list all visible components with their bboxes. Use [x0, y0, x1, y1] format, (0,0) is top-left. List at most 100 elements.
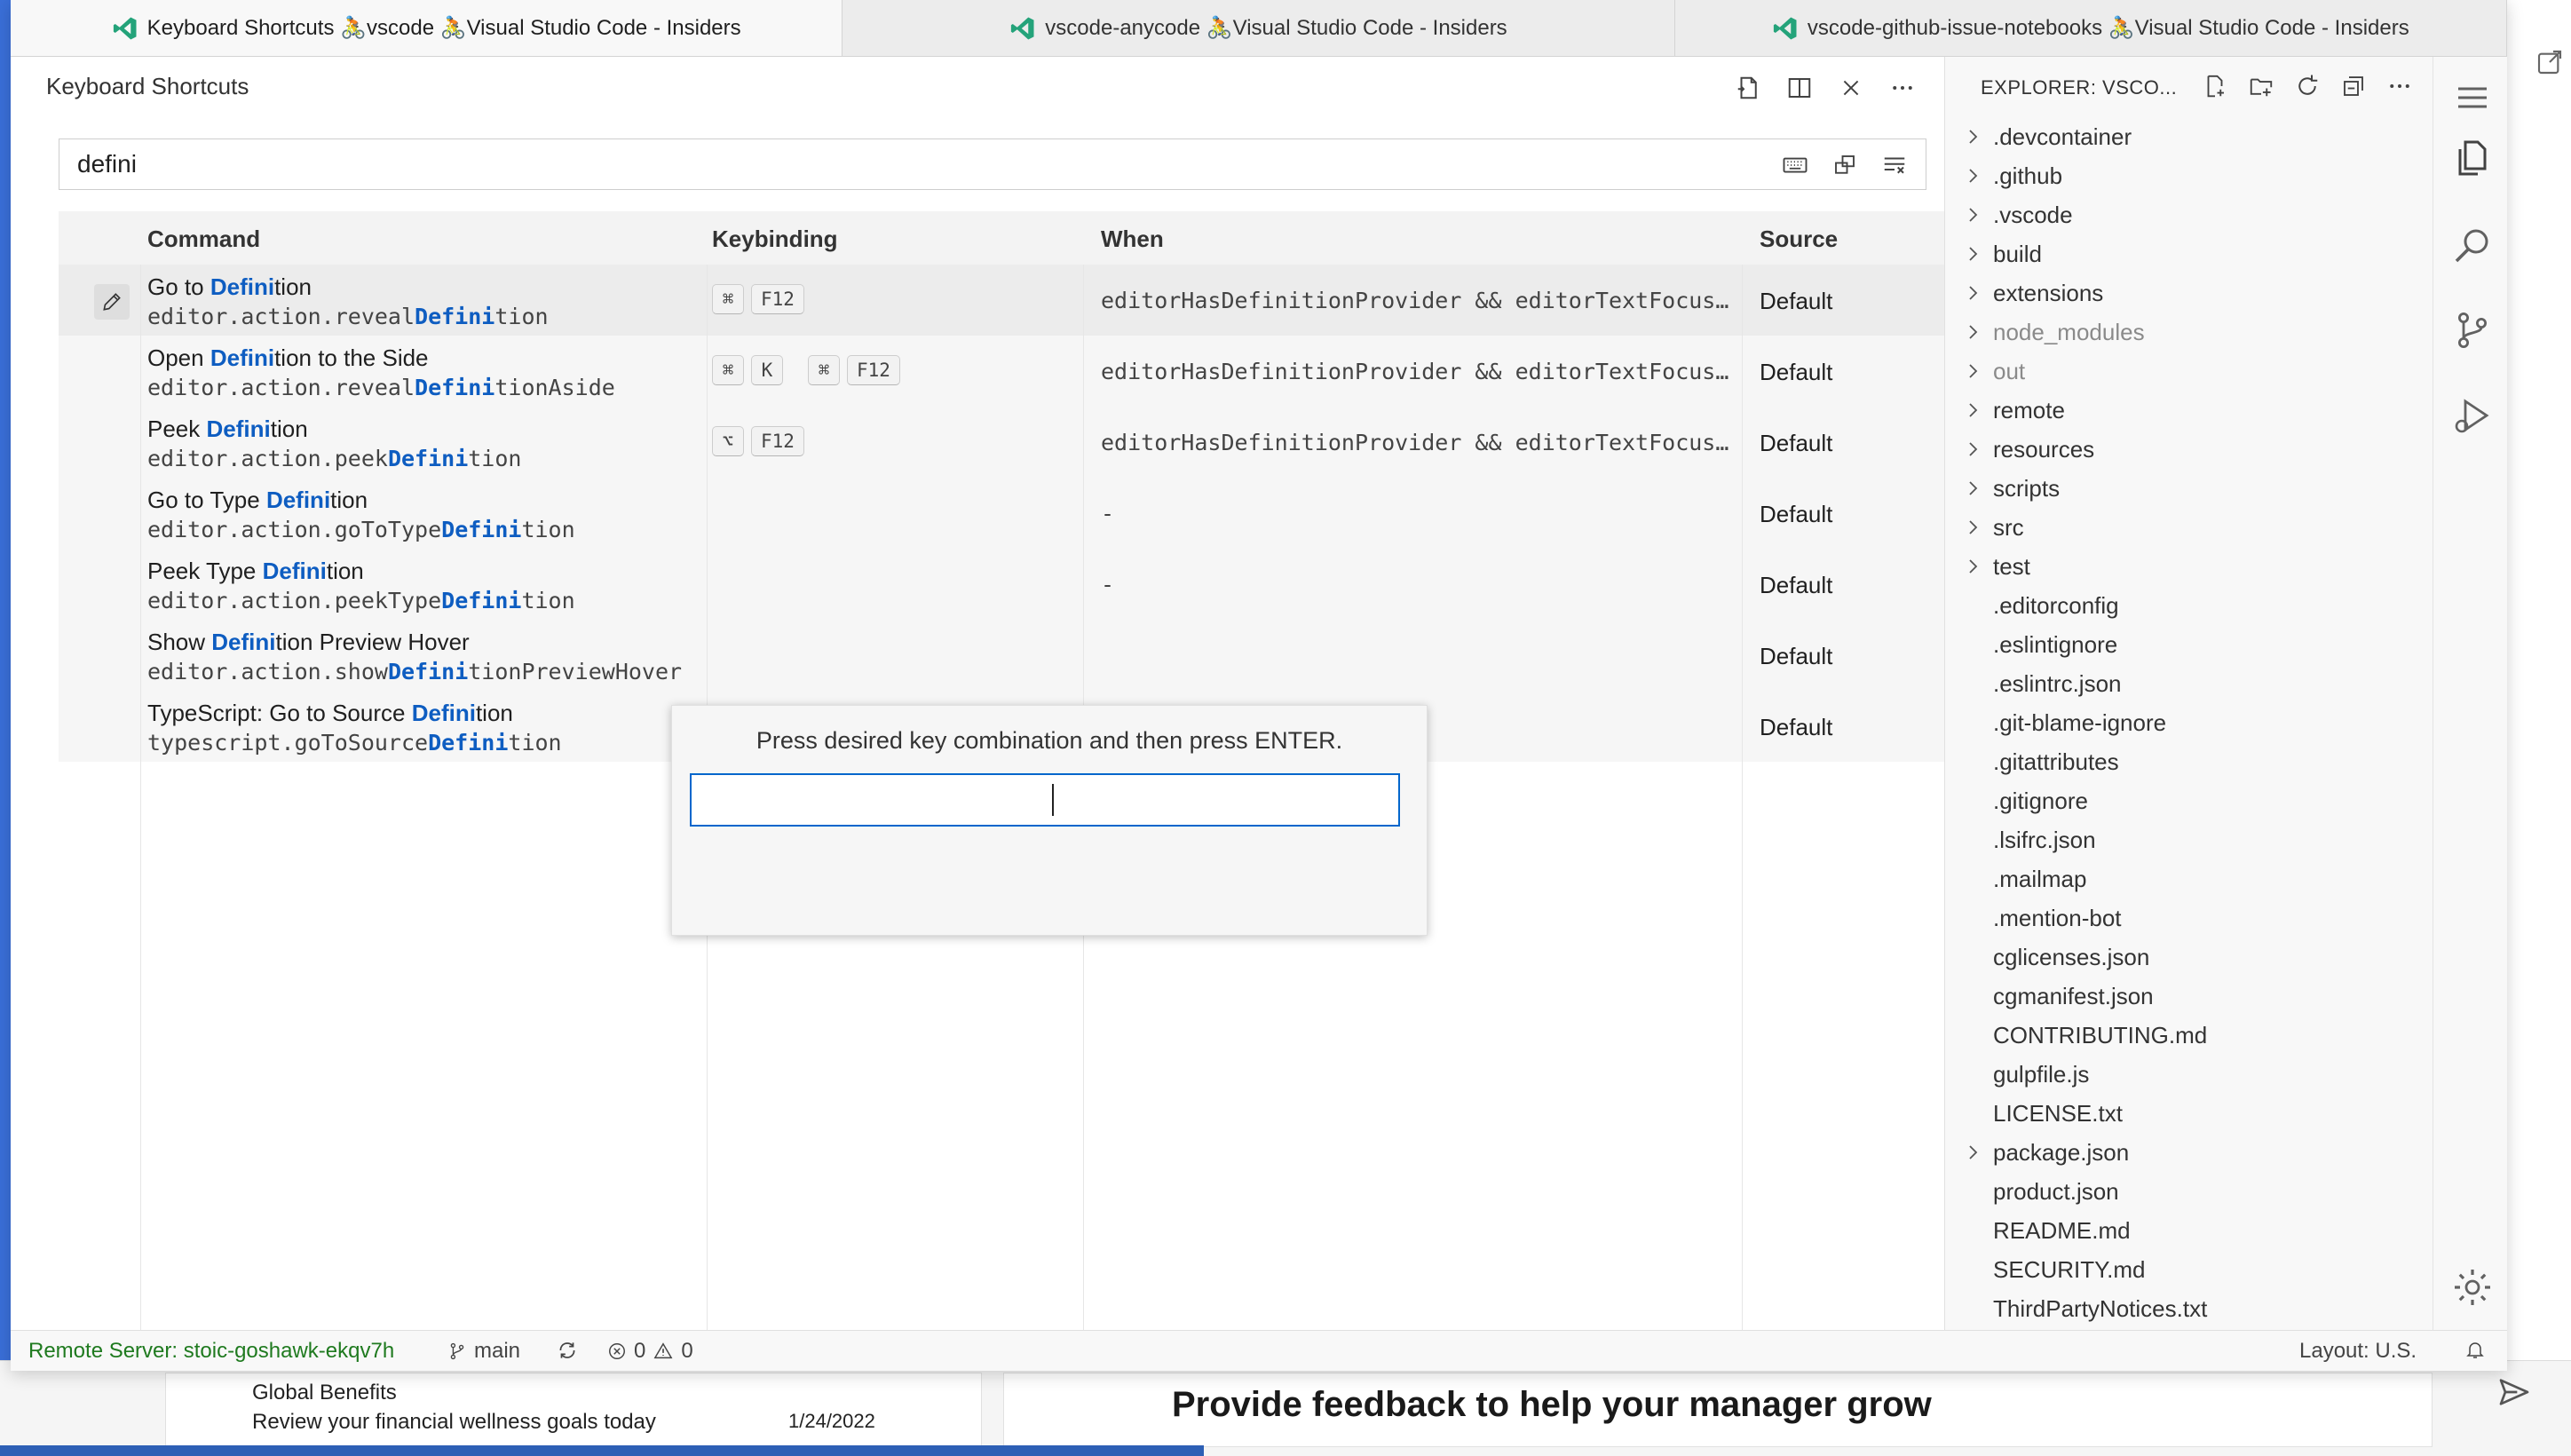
popout-icon[interactable] — [2535, 48, 2564, 83]
close-icon[interactable] — [1836, 73, 1866, 103]
clear-search-icon[interactable] — [1879, 150, 1910, 180]
source-value: Default — [1760, 714, 1833, 740]
tree-item-label: gulpfile.js — [1993, 1060, 2090, 1088]
record-keys-icon[interactable] — [1780, 150, 1810, 180]
new-file-icon[interactable] — [2200, 71, 2230, 101]
problems-indicator[interactable]: 0 0 — [607, 1339, 693, 1364]
run-and-debug-icon[interactable] — [2451, 394, 2494, 437]
background-taskbar-strip — [0, 1445, 1204, 1456]
tree-file-item[interactable]: product.json — [1945, 1172, 2433, 1211]
tree-file-item[interactable]: .lsifrc.json — [1945, 820, 2433, 859]
feedback-prompt: Provide feedback to help your manager gr… — [1172, 1385, 1932, 1424]
tree-folder-item[interactable]: remote — [1945, 391, 2433, 430]
more-actions-icon[interactable] — [1887, 73, 1918, 103]
warning-count: 0 — [681, 1339, 693, 1363]
tree-item-label: resources — [1993, 435, 2095, 463]
keyboard-layout-indicator[interactable]: Layout: U.S. — [2299, 1339, 2417, 1364]
tree-folder-item[interactable]: scripts — [1945, 469, 2433, 508]
tree-file-item[interactable]: cglicenses.json — [1945, 938, 2433, 977]
table-row[interactable]: Peek Type Definition editor.action.peekTy… — [59, 549, 1944, 620]
tree-file-item[interactable]: SECURITY.md — [1945, 1250, 2433, 1289]
open-json-icon[interactable] — [1733, 73, 1763, 103]
tree-file-item[interactable]: .eslintrc.json — [1945, 664, 2433, 703]
table-row[interactable]: Go to Definition editor.action.revealDefi… — [59, 265, 1944, 336]
window-tab-github-issue-notebooks[interactable]: vscode-github-issue-notebooks 🚴Visual St… — [1675, 0, 2507, 56]
source-control-icon[interactable] — [2451, 309, 2494, 352]
tree-file-item[interactable]: LICENSE.txt — [1945, 1094, 2433, 1133]
keybinding-capture-input[interactable] — [690, 773, 1400, 827]
tree-item-label: .git-blame-ignore — [1993, 708, 2167, 736]
source-value: Default — [1760, 288, 1833, 314]
new-folder-icon[interactable] — [2246, 71, 2276, 101]
chevron-right-icon — [1969, 1145, 1978, 1159]
define-keybinding-dialog: Press desired key combination and then p… — [671, 705, 1428, 936]
command-title: Peek Definition — [147, 415, 308, 443]
tree-folder-item[interactable]: extensions — [1945, 273, 2433, 313]
window-tab-keyboard-shortcuts[interactable]: Keyboard Shortcuts 🚴vscode 🚴Visual Studi… — [11, 0, 843, 56]
window-tab-vscode-anycode[interactable]: vscode-anycode 🚴Visual Studio Code - Ins… — [842, 0, 1675, 56]
tree-folder-item[interactable]: resources — [1945, 430, 2433, 469]
tree-file-item[interactable]: .git-blame-ignore — [1945, 703, 2433, 742]
tree-folder-item[interactable]: build — [1945, 234, 2433, 273]
tree-folder-item[interactable]: .vscode — [1945, 195, 2433, 234]
tree-file-item[interactable]: CONTRIBUTING.md — [1945, 1016, 2433, 1055]
tree-item-label: .mention-bot — [1993, 904, 2122, 931]
tree-folder-item[interactable]: test — [1945, 547, 2433, 586]
error-icon — [609, 1343, 625, 1359]
keybinding-keys: ⌘ K ⌘ F12 — [712, 355, 900, 385]
sync-icon[interactable] — [556, 1339, 579, 1362]
menu-icon[interactable] — [2451, 76, 2494, 119]
column-header-command[interactable]: Command — [147, 226, 260, 253]
tree-file-item[interactable]: README.md — [1945, 1211, 2433, 1250]
tree-item-label: CONTRIBUTING.md — [1993, 1021, 2208, 1048]
split-editor-icon[interactable] — [1784, 73, 1815, 103]
tree-file-item[interactable]: gulpfile.js — [1945, 1055, 2433, 1094]
edit-keybinding-pencil-icon[interactable] — [94, 284, 130, 320]
tree-file-item[interactable]: ThirdPartyNotices.txt — [1945, 1289, 2433, 1328]
title-suffix: tion — [330, 487, 368, 513]
table-row[interactable]: Open Definition to the Side editor.action… — [59, 336, 1944, 407]
tree-file-item[interactable]: .gitattributes — [1945, 742, 2433, 781]
key-cap: F12 — [751, 426, 804, 456]
tree-folder-item[interactable]: out — [1945, 352, 2433, 391]
tree-folder-item[interactable]: node_modules — [1945, 313, 2433, 352]
tree-item-label: .eslintrc.json — [1993, 669, 2122, 697]
explorer-files-icon[interactable] — [2451, 137, 2494, 179]
chevron-right-icon — [1969, 169, 1978, 183]
column-header-source[interactable]: Source — [1760, 226, 1838, 253]
branch-indicator[interactable]: main — [447, 1339, 520, 1364]
table-row[interactable]: Peek Definition editor.action.peekDefinit… — [59, 407, 1944, 478]
more-actions-icon[interactable] — [2385, 71, 2415, 101]
tree-folder-item[interactable]: package.json — [1945, 1133, 2433, 1172]
notifications-bell-icon[interactable] — [2464, 1339, 2486, 1360]
settings-gear-icon[interactable] — [2451, 1266, 2494, 1309]
send-icon[interactable] — [2496, 1374, 2532, 1418]
column-header-keybinding[interactable]: Keybinding — [712, 226, 838, 253]
command-id: editor.action.revealDefinition — [147, 304, 549, 329]
remote-indicator[interactable]: Remote Server: stoic-goshawk-ekqv7h — [28, 1339, 394, 1364]
tree-folder-item[interactable]: .devcontainer — [1945, 117, 2433, 156]
key-cap: F12 — [847, 355, 900, 385]
search-icon[interactable] — [2451, 224, 2494, 266]
command-title: Peek Type Definition — [147, 558, 364, 585]
tree-file-item[interactable]: .mailmap — [1945, 859, 2433, 898]
key-cap: F12 — [751, 284, 804, 314]
table-row[interactable]: Show Definition Preview Hover editor.acti… — [59, 620, 1944, 691]
tree-file-item[interactable]: .mention-bot — [1945, 898, 2433, 938]
tree-file-item[interactable]: .editorconfig — [1945, 586, 2433, 625]
keybindings-search-input[interactable] — [59, 139, 1746, 189]
tree-file-item[interactable]: .eslintignore — [1945, 625, 2433, 664]
refresh-icon[interactable] — [2292, 71, 2322, 101]
tree-folder-item[interactable]: .github — [1945, 156, 2433, 195]
collapse-all-icon[interactable] — [2338, 71, 2369, 101]
column-header-when[interactable]: When — [1101, 226, 1164, 253]
id-prefix: editor.action.goToType — [147, 517, 442, 542]
tree-file-item[interactable]: cgmanifest.json — [1945, 977, 2433, 1016]
sort-by-precedence-icon[interactable] — [1830, 150, 1860, 180]
tree-file-item[interactable]: .gitignore — [1945, 781, 2433, 820]
id-match: Defini — [441, 517, 522, 542]
tree-folder-item[interactable]: src — [1945, 508, 2433, 547]
chevron-right-icon — [1969, 325, 1978, 339]
command-id: typescript.goToSourceDefinition — [147, 730, 562, 756]
table-row[interactable]: Go to Type Definition editor.action.goToT… — [59, 478, 1944, 549]
